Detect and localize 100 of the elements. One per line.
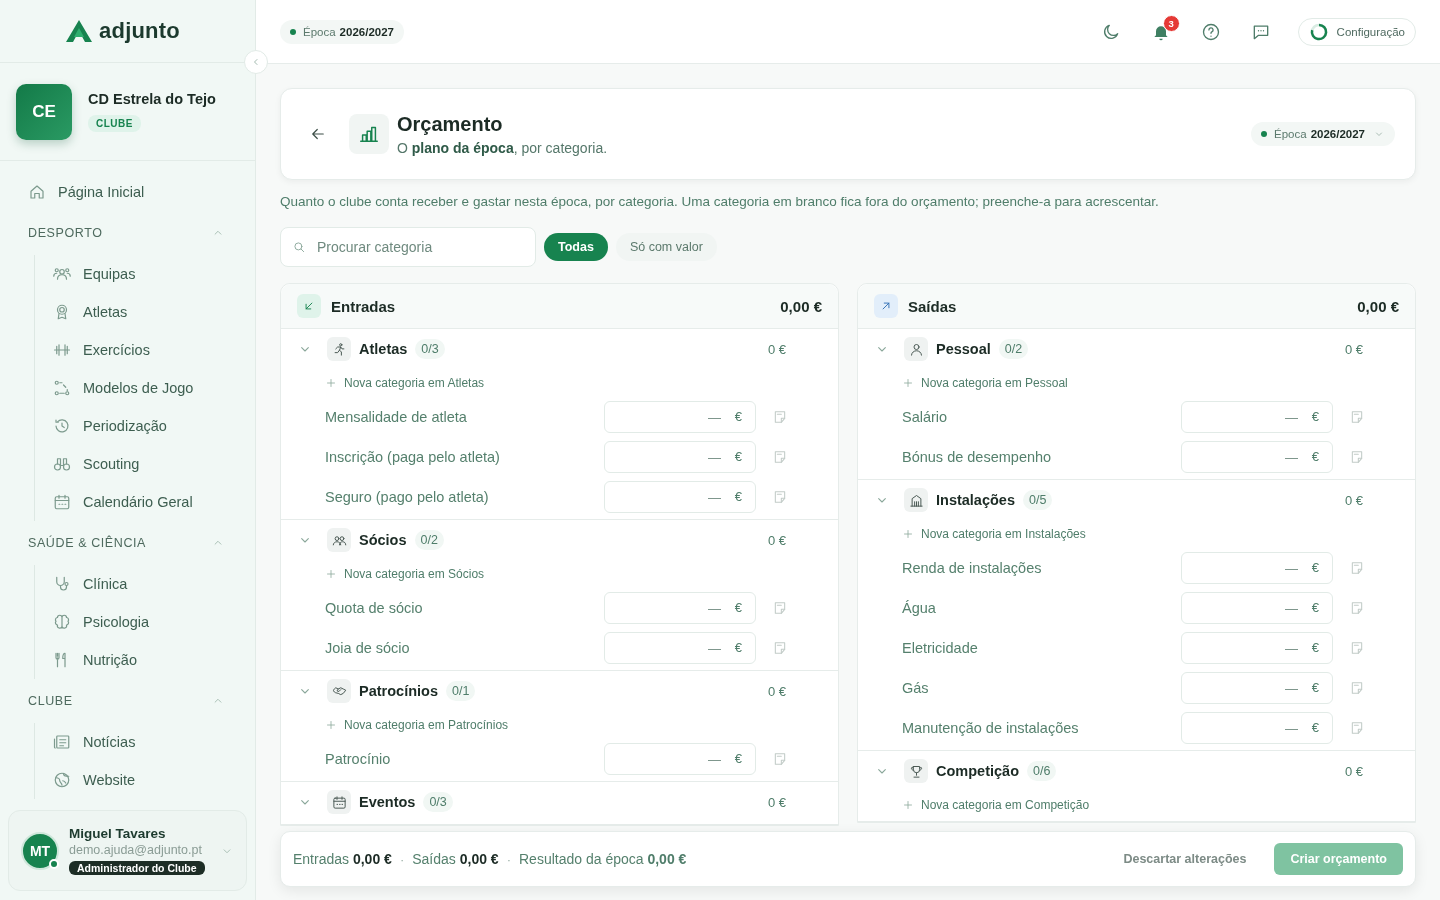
note-button[interactable] (772, 489, 788, 505)
note-icon (1349, 600, 1365, 616)
nav-item[interactable]: Periodização (53, 407, 235, 445)
note-button[interactable] (1349, 449, 1365, 465)
calendar-icon (53, 493, 71, 511)
filter-chip[interactable]: Só com valor (615, 233, 717, 261)
note-button[interactable] (1349, 560, 1365, 576)
home-icon (28, 183, 46, 201)
note-button[interactable] (772, 600, 788, 616)
club-badge: CLUBE (88, 115, 141, 132)
note-icon (772, 409, 788, 425)
season-selector[interactable]: Época 2026/2027 (280, 19, 404, 44)
currency-label: € (1311, 680, 1319, 696)
club-name: CD Estrela do Tejo (88, 91, 216, 107)
count-badge: 0/2 (998, 339, 1029, 359)
panel-total: 0,00 € (780, 297, 822, 315)
line-item-label: Renda de instalações (902, 560, 1043, 576)
category-name: Instalações (936, 492, 1015, 508)
category-total: 0 € (767, 341, 786, 357)
note-button[interactable] (1349, 680, 1365, 696)
add-category-link[interactable]: Nova categoria em Atletas (325, 376, 485, 390)
page-title: Orçamento (397, 112, 504, 136)
nav-item[interactable]: Clínica (53, 565, 235, 603)
note-button[interactable] (772, 751, 788, 767)
nav-item[interactable]: Notícias (53, 723, 235, 761)
add-category-link[interactable]: Nova categoria em Pessoal (902, 376, 1068, 390)
note-icon (772, 600, 788, 616)
nav-item[interactable]: Atletas (53, 293, 235, 331)
nav-item[interactable]: Scouting (53, 445, 235, 483)
nav-item[interactable]: Psicologia (53, 603, 235, 641)
nav-item[interactable]: Nutrição (53, 641, 235, 679)
note-button[interactable] (772, 449, 788, 465)
category-total: 0 € (767, 683, 786, 699)
currency-label: € (734, 600, 742, 616)
person-icon (908, 341, 924, 357)
add-category-link[interactable]: Nova categoria em Competição (902, 798, 1090, 812)
category-total: 0 € (1344, 341, 1363, 357)
user-email: demo.ajuda@adjunto.pt (69, 843, 202, 857)
line-item-label: Mensalidade de atleta (325, 409, 468, 425)
line-item-label: Salário (902, 409, 949, 425)
description-text: Quanto o clube conta receber e gastar nesta época, por categoria. Uma categoria em branco fica fora do orçamento; preenche-a para acrescentar. (280, 194, 1160, 209)
panel-title: Saídas (908, 297, 957, 315)
user-name: Miguel Tavares (69, 826, 166, 841)
count-badge: 0/5 (1023, 490, 1053, 510)
add-category-link[interactable]: Nova categoria em Sócios (325, 567, 485, 581)
nav-item[interactable]: Equipas (53, 255, 235, 293)
note-icon (772, 751, 788, 767)
currency-label: € (734, 489, 742, 505)
line-item-label: Eletricidade (902, 640, 979, 656)
bar-chart-icon (349, 114, 389, 154)
plus-icon (902, 377, 914, 389)
note-button[interactable] (1349, 640, 1365, 656)
note-button[interactable] (772, 409, 788, 425)
summary-text: Entradas 0,00 € (293, 851, 392, 867)
nav-item[interactable]: Modelos de Jogo (53, 369, 235, 407)
note-icon (1349, 680, 1365, 696)
user-card[interactable]: MT Miguel Tavares demo.ajuda@adjunto.pt Administrador do Clube (8, 810, 247, 891)
line-item-label: Manutenção de instalações (902, 720, 1080, 736)
note-icon (1349, 560, 1365, 576)
currency-label: € (1311, 720, 1319, 736)
trophy-icon (908, 763, 924, 779)
section-header[interactable]: DESPORTO (28, 211, 235, 255)
search-field[interactable]: Procurar categoria (280, 227, 536, 267)
globe-icon (53, 771, 71, 789)
count-badge: 0/6 (1027, 761, 1057, 781)
category-total: 0 € (1344, 492, 1363, 508)
section-header[interactable]: CLUBE (28, 679, 235, 723)
progress-ring-icon (1308, 21, 1329, 42)
note-button[interactable] (1349, 409, 1365, 425)
currency-label: € (1311, 449, 1319, 465)
note-icon (1349, 449, 1365, 465)
note-icon (772, 640, 788, 656)
summary-text: Resultado da época 0,00 € (519, 851, 687, 867)
currency-label: € (734, 409, 742, 425)
separator-dot: · (506, 851, 511, 867)
add-category-link[interactable]: Nova categoria em Patrocínios (325, 718, 509, 732)
line-item-label: Joia de sócio (325, 640, 411, 656)
team-icon (53, 265, 71, 283)
calendar-icon (331, 794, 347, 810)
category-name: Eventos (359, 794, 416, 810)
note-button[interactable] (1349, 600, 1365, 616)
season-selector[interactable]: Época 2026/2027 (1251, 122, 1395, 146)
newspaper-icon (53, 733, 71, 751)
category-total: 0 € (767, 532, 786, 548)
collapse-button[interactable] (244, 50, 268, 74)
category-name: Sócios (359, 532, 407, 548)
note-button[interactable] (1349, 720, 1365, 736)
nav-item[interactable]: Exercícios (53, 331, 235, 369)
plus-icon (325, 377, 337, 389)
filter-chip[interactable]: Todas (544, 233, 608, 261)
section-header[interactable]: SAÚDE & CIÊNCIA (28, 521, 235, 565)
plus-icon (902, 528, 914, 540)
notifications-button[interactable]: 3 (1141, 12, 1180, 51)
note-button[interactable] (772, 640, 788, 656)
category-name: Pessoal (936, 341, 991, 357)
nav-item[interactable]: Página Inicial (28, 173, 235, 211)
discard-button[interactable]: Descartar alterações (1111, 843, 1259, 875)
nav-item[interactable]: Calendário Geral (53, 483, 235, 521)
nav-item[interactable]: Website (53, 761, 235, 799)
add-category-link[interactable]: Nova categoria em Instalações (902, 527, 1086, 541)
